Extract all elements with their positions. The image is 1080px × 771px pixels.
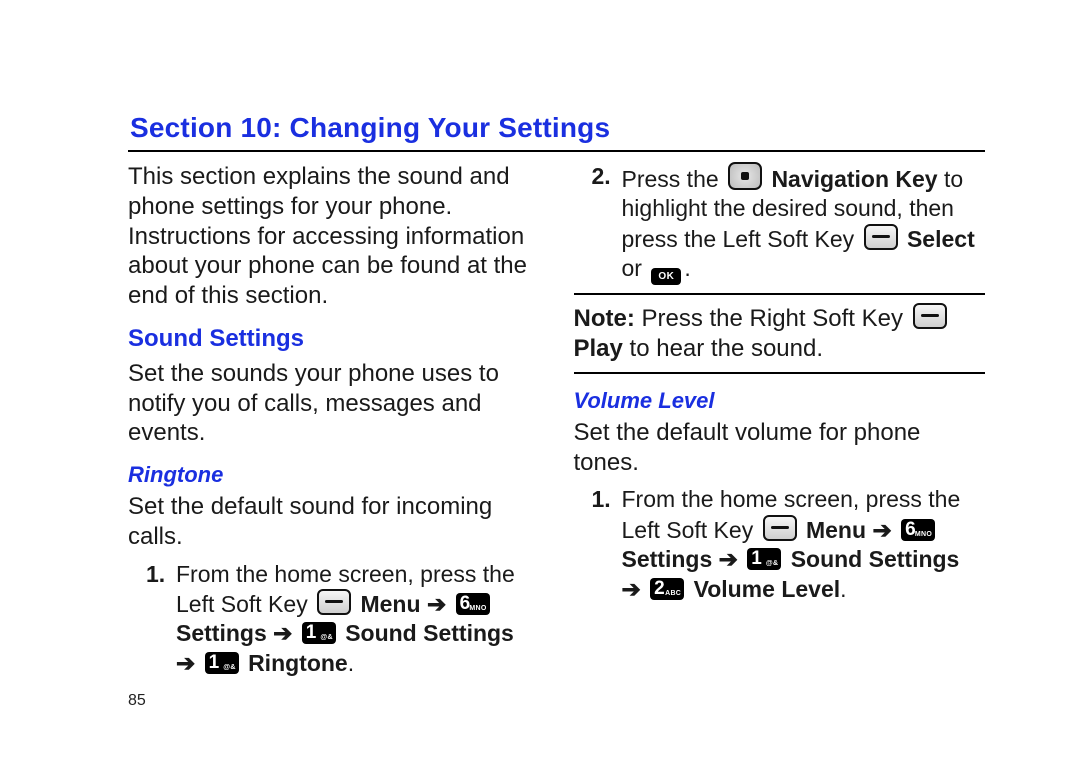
- ringtone-label: Ringtone: [248, 650, 348, 676]
- softkey-icon: [864, 224, 898, 250]
- arrow-icon: ➔: [273, 620, 299, 646]
- volume-level-heading: Volume Level: [574, 388, 986, 414]
- ringtone-step-1: 1. From the home screen, press the Left …: [146, 560, 540, 679]
- or-text: or: [622, 255, 649, 281]
- volume-level-label: Volume Level: [694, 576, 841, 602]
- softkey-icon: [763, 515, 797, 541]
- key-1-icon: 1@&: [302, 622, 336, 644]
- navigation-key-icon: [728, 162, 762, 190]
- ringtone-desc: Set the default sound for incoming calls…: [128, 492, 540, 552]
- ringtone-step-2: 2. Press the Navigation Key to highlight…: [592, 162, 986, 285]
- note-divider-bottom: [574, 372, 986, 374]
- ringtone-steps: 1. From the home screen, press the Left …: [146, 560, 540, 679]
- sound-settings-desc: Set the sounds your phone uses to notify…: [128, 359, 540, 448]
- sound-settings-heading: Sound Settings: [128, 325, 540, 353]
- period: .: [840, 576, 846, 602]
- key-6-icon: 6MNO: [901, 519, 935, 541]
- softkey-icon: [913, 303, 947, 329]
- select-label: Select: [907, 226, 975, 252]
- note-text: to hear the sound.: [623, 335, 823, 362]
- title-divider: [128, 150, 985, 152]
- period: .: [684, 255, 690, 281]
- note-label: Note:: [574, 305, 635, 332]
- menu-label: Menu: [806, 517, 866, 543]
- softkey-icon: [317, 589, 351, 615]
- settings-label: Settings: [176, 620, 267, 646]
- intro-paragraph: This section explains the sound and phon…: [128, 162, 540, 311]
- note-text: Press the Right Soft Key: [635, 305, 910, 332]
- volume-steps: 1. From the home screen, press the Left …: [592, 485, 986, 604]
- sound-settings-label: Sound Settings: [791, 546, 960, 572]
- key-6-icon: 6MNO: [456, 593, 490, 615]
- step-number: 1.: [592, 485, 611, 514]
- right-column: 2. Press the Navigation Key to highlight…: [574, 162, 986, 710]
- manual-page: Section 10: Changing Your Settings This …: [0, 0, 1080, 710]
- menu-label: Menu: [360, 591, 420, 617]
- navigation-key-label: Navigation Key: [771, 166, 937, 192]
- key-1-icon: 1@&: [205, 652, 239, 674]
- play-label: Play: [574, 335, 623, 362]
- period: .: [348, 650, 354, 676]
- arrow-icon: ➔: [622, 576, 648, 602]
- volume-level-desc: Set the default volume for phone tones.: [574, 418, 986, 478]
- volume-step-1: 1. From the home screen, press the Left …: [592, 485, 986, 604]
- note-divider-top: [574, 293, 986, 295]
- arrow-icon: ➔: [427, 591, 453, 617]
- arrow-icon: ➔: [176, 650, 202, 676]
- key-1-icon: 1@&: [747, 548, 781, 570]
- ringtone-heading: Ringtone: [128, 462, 540, 488]
- section-title: Section 10: Changing Your Settings: [130, 112, 985, 144]
- step-number: 1.: [146, 560, 165, 589]
- settings-label: Settings: [622, 546, 713, 572]
- two-column-layout: This section explains the sound and phon…: [128, 162, 985, 710]
- key-2-icon: 2ABC: [650, 578, 684, 600]
- arrow-icon: ➔: [872, 517, 898, 543]
- arrow-icon: ➔: [719, 546, 745, 572]
- step-number: 2.: [592, 162, 611, 191]
- left-column: This section explains the sound and phon…: [128, 162, 540, 710]
- page-number: 85: [128, 692, 540, 710]
- note-paragraph: Note: Press the Right Soft Key Play to h…: [574, 303, 986, 364]
- ringtone-steps-continued: 2. Press the Navigation Key to highlight…: [592, 162, 986, 285]
- sound-settings-label: Sound Settings: [345, 620, 514, 646]
- step-text: Press the: [622, 166, 726, 192]
- ok-key-icon: OK: [651, 268, 681, 285]
